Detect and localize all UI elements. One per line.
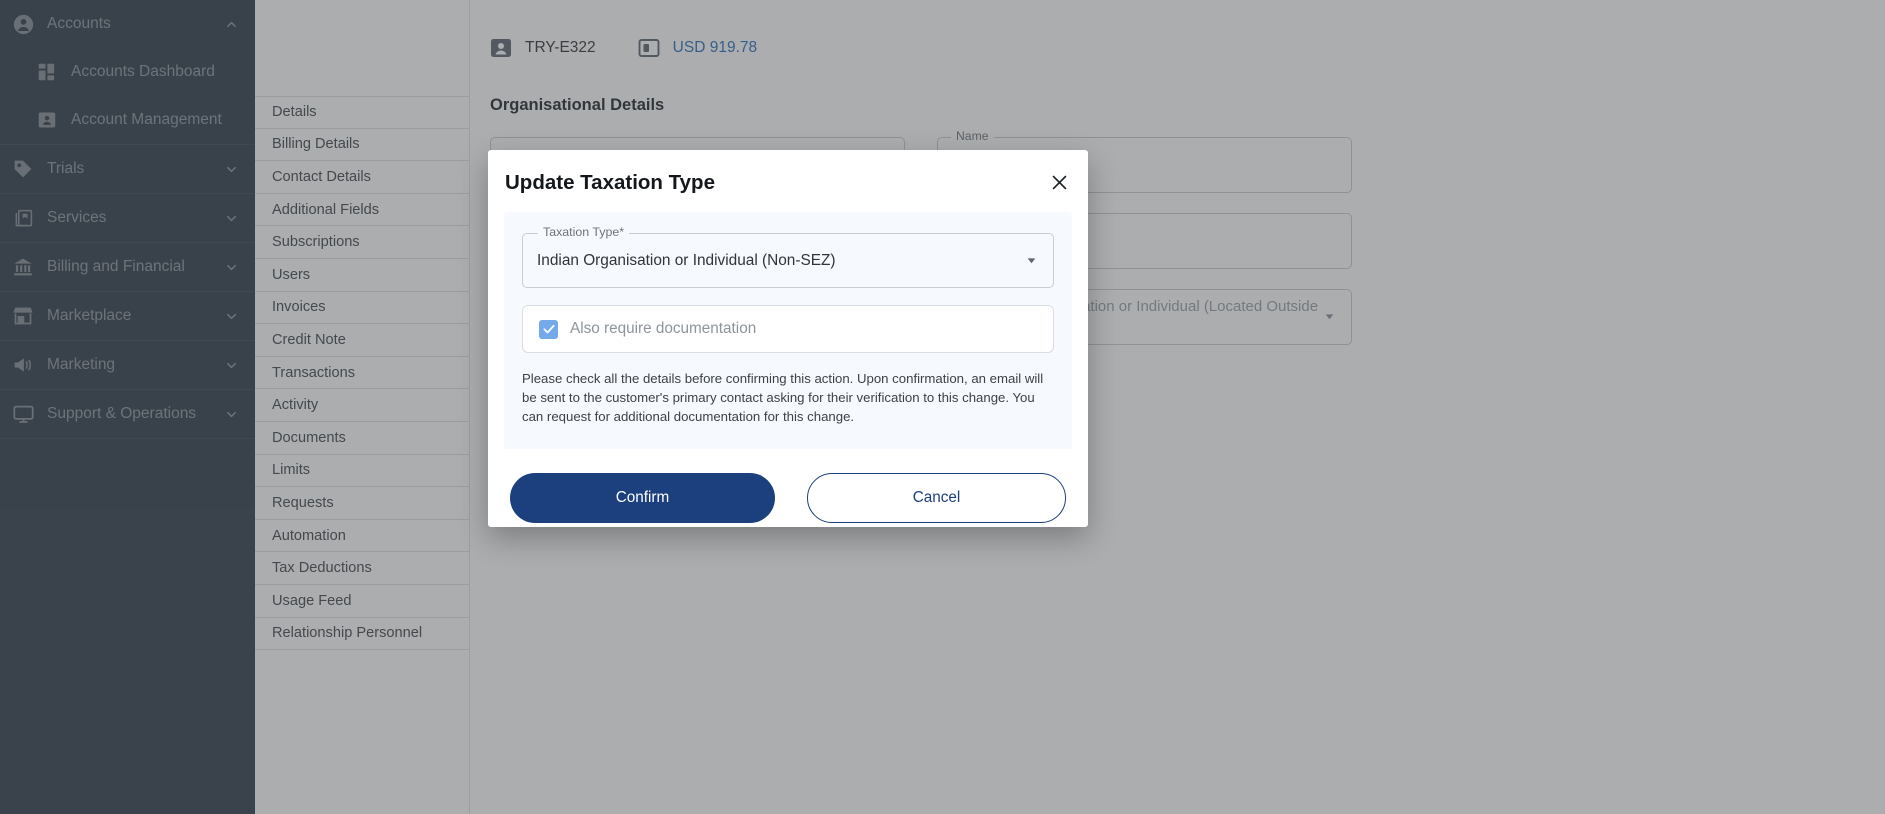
dialog-title: Update Taxation Type xyxy=(505,167,1044,195)
chevron-down-icon xyxy=(1025,254,1039,268)
dialog-body: Taxation Type* Indian Organisation or In… xyxy=(488,212,1088,449)
dialog-header: Update Taxation Type xyxy=(488,150,1088,212)
dialog-field-taxation-type: Taxation Type* Indian Organisation or In… xyxy=(522,233,1054,288)
require-documentation-checkbox-row[interactable]: Also require documentation xyxy=(522,305,1054,353)
dialog-note: Please check all the details before conf… xyxy=(522,370,1054,427)
confirm-button[interactable]: Confirm xyxy=(510,473,775,523)
dialog-label-taxation-type: Taxation Type* xyxy=(538,225,629,239)
dialog-actions: Confirm Cancel xyxy=(488,449,1088,523)
checkmark-icon[interactable] xyxy=(539,320,558,339)
dialog-panel: Taxation Type* Indian Organisation or In… xyxy=(504,212,1072,449)
dialog-value-taxation-type: Indian Organisation or Individual (Non-S… xyxy=(537,252,1025,270)
close-icon[interactable] xyxy=(1044,167,1074,197)
update-taxation-type-dialog: Update Taxation Type Taxation Type* Indi… xyxy=(488,150,1088,527)
require-documentation-label: Also require documentation xyxy=(570,320,756,338)
dialog-select-taxation-type[interactable]: Indian Organisation or Individual (Non-S… xyxy=(522,233,1054,288)
app-root: Accounts Accounts Dashboard Account Mana xyxy=(0,0,1885,814)
cancel-button[interactable]: Cancel xyxy=(807,473,1066,523)
